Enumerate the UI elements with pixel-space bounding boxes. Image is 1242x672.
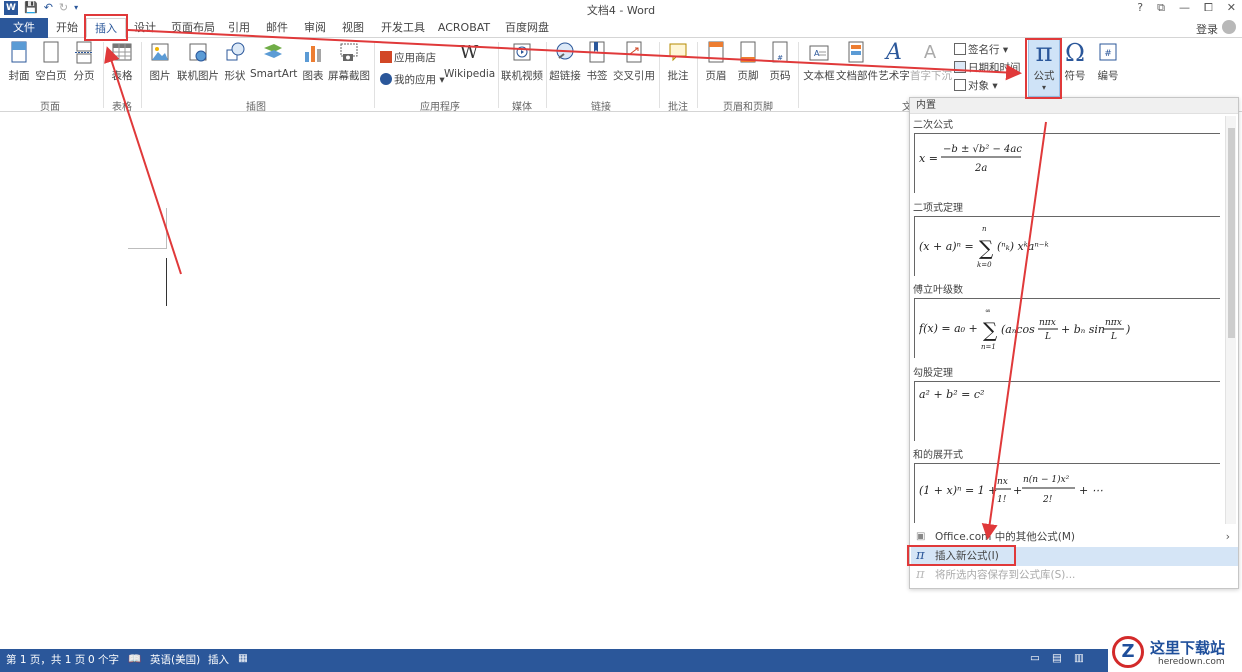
watermark-url: heredown.com bbox=[1158, 657, 1225, 667]
read-mode-icon[interactable]: ▭ bbox=[1030, 652, 1040, 664]
watermark-name: 这里下载站 bbox=[1150, 639, 1226, 657]
language[interactable]: 英语(美国) bbox=[150, 652, 200, 667]
watermark-logo: Z bbox=[1112, 636, 1144, 668]
web-layout-icon[interactable]: ▥ bbox=[1074, 652, 1084, 664]
annotation-arrows bbox=[104, 29, 1047, 540]
page-count[interactable]: 第 1 页，共 1 页 bbox=[6, 652, 85, 667]
print-layout-icon[interactable]: ▤ bbox=[1052, 652, 1062, 664]
status-bar: 第 1 页，共 1 页 0 个字 📖 英语(美国) 插入 ▦ ▭ ▤ ▥ bbox=[0, 649, 1242, 672]
proofing-icon[interactable]: 📖 bbox=[128, 652, 141, 665]
word-count[interactable]: 0 个字 bbox=[88, 652, 119, 667]
macro-icon[interactable]: ▦ bbox=[238, 652, 248, 664]
site-watermark: Z 这里下载站 heredown.com bbox=[1108, 634, 1242, 672]
insert-mode[interactable]: 插入 bbox=[208, 652, 229, 667]
